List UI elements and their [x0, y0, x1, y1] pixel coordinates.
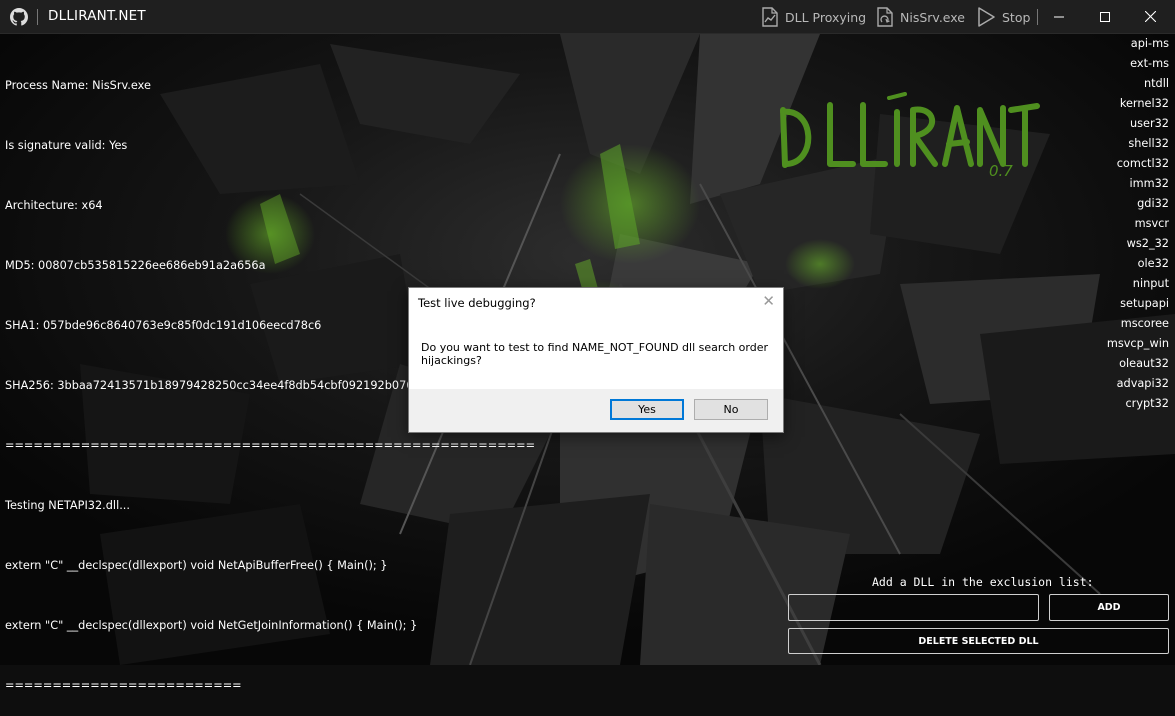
dll-list-item[interactable]: ole32 [1107, 254, 1169, 274]
dll-list-item[interactable]: comctl32 [1107, 154, 1169, 174]
info-line-export-1: extern "C" __declspec(dllexport) void Ne… [5, 559, 388, 572]
dll-list-item[interactable]: mscoree [1107, 314, 1169, 334]
stop-button[interactable]: Stop [976, 6, 1030, 28]
dll-list-item[interactable]: oleaut32 [1107, 354, 1169, 374]
dll-list-item[interactable]: user32 [1107, 114, 1169, 134]
stop-label: Stop [1002, 9, 1031, 25]
minimize-button[interactable] [1036, 0, 1082, 33]
process-selector-label: NisSrv.exe [900, 9, 965, 25]
close-icon [1144, 11, 1156, 22]
dll-proxying-label: DLL Proxying [785, 9, 867, 25]
maximize-button[interactable] [1082, 0, 1128, 33]
dll-list-item[interactable]: gdi32 [1107, 194, 1169, 214]
process-selector-button[interactable]: NisSrv.exe [876, 6, 965, 28]
file-chart-icon [762, 7, 778, 27]
close-button[interactable] [1127, 0, 1173, 33]
dialog-message: Do you want to test to find NAME_NOT_FOU… [421, 341, 768, 367]
info-line-process-name: Process Name: NisSrv.exe [5, 79, 151, 92]
play-icon [978, 7, 995, 27]
info-line-export-2: extern "C" __declspec(dllexport) void Ne… [5, 619, 418, 632]
maximize-icon [1100, 11, 1110, 22]
dll-list-item[interactable]: kernel32 [1107, 94, 1169, 114]
dll-list-item[interactable]: imm32 [1107, 174, 1169, 194]
title-bar: DLLIRANT.NET DLL Proxying NisSrv.exe Sto… [0, 0, 1175, 34]
dll-list-item[interactable]: setupapi [1107, 294, 1169, 314]
info-line-separator: ========================================… [5, 439, 536, 452]
logo-version: 0.7 [989, 162, 1013, 180]
info-line-signature: Is signature valid: Yes [5, 139, 128, 152]
dll-list-item[interactable]: shell32 [1107, 134, 1169, 154]
minimize-icon [1054, 16, 1064, 17]
dll-list-item[interactable]: api-ms [1107, 34, 1169, 54]
info-line-separator-2: ========================= [5, 679, 242, 692]
exclusion-label: Add a DLL in the exclusion list: [872, 575, 1094, 589]
dllirant-logo: 0.7 [780, 92, 1040, 180]
no-button[interactable]: No [694, 399, 768, 420]
dll-list-item[interactable]: advapi32 [1107, 374, 1169, 394]
info-line-md5: MD5: 00807cb535815226ee686eb91a2a656a [5, 259, 266, 272]
dll-list-item[interactable]: ws2_32 [1107, 234, 1169, 254]
yes-button[interactable]: Yes [610, 399, 684, 420]
github-icon[interactable] [10, 8, 28, 26]
dialog-title: Test live debugging? [418, 296, 536, 310]
title-separator [37, 9, 38, 25]
dll-list-item[interactable]: msvcr [1107, 214, 1169, 234]
app-title: DLLIRANT.NET [48, 8, 146, 24]
test-live-debugging-dialog: Test live debugging? ✕ Do you want to te… [408, 287, 784, 433]
dll-list-item[interactable]: ninput [1107, 274, 1169, 294]
file-sync-icon [877, 7, 893, 27]
info-line-architecture: Architecture: x64 [5, 199, 103, 212]
delete-selected-dll-button[interactable]: DELETE SELECTED DLL [788, 628, 1169, 654]
add-button[interactable]: ADD [1049, 594, 1169, 621]
dialog-close-icon[interactable]: ✕ [762, 292, 775, 310]
dll-list-item[interactable]: ntdll [1107, 74, 1169, 94]
exclusion-dll-input[interactable] [788, 594, 1039, 621]
dll-list-item[interactable]: crypt32 [1107, 394, 1169, 414]
info-line-testing: Testing NETAPI32.dll... [5, 499, 130, 512]
dll-list-item[interactable]: ext-ms [1107, 54, 1169, 74]
dll-proxying-button[interactable]: DLL Proxying [761, 6, 866, 28]
dll-list-item[interactable]: msvcp_win [1107, 334, 1169, 354]
dll-exclusion-list[interactable]: api-ms ext-ms ntdll kernel32 user32 shell32 co… [1107, 34, 1169, 414]
